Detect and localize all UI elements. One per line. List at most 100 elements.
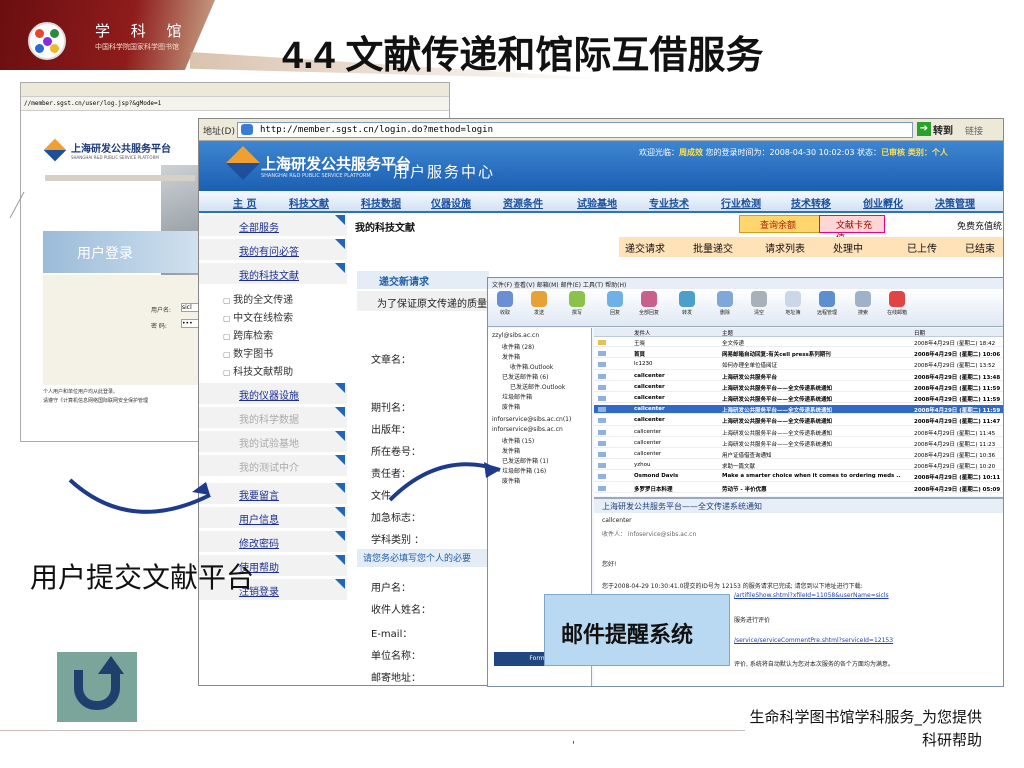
tab-list[interactable]: 请求列表 [765,240,805,255]
nav-resources[interactable]: 资源条件 [503,195,543,210]
welcome-prefix: 欢迎光临： [639,148,679,157]
sidebar-label: 我的科学数据 [239,415,299,426]
message-row[interactable]: callcenter 用户证借借查询通知 2008年4月29日 (星期二) 10:3… [594,450,1003,460]
search-button[interactable]: 搜索 [848,291,878,316]
login-footer: 个人用户和单位用户均从此登录。 请遵守《计算机信息网络国际联网安全保护管理 [43,388,218,406]
nav-testing[interactable]: 行业检测 [721,195,761,210]
sub-item-online-search[interactable]: 中文在线检索 [223,309,293,324]
compose-button[interactable]: 撰写 [562,291,592,316]
sidebar-item-qa[interactable]: 我的有问必答 [199,239,347,261]
column-subject[interactable]: 主题 [722,329,733,337]
nav-transfer[interactable]: 技术转移 [791,195,831,210]
tool-label: 转发 [681,310,692,316]
folder-sent-items[interactable]: 已发送邮件箱 (6) [502,372,548,381]
message-row[interactable]: 多罗罗日本料理 劳动节 - 半价优惠 2008年4月29日 (星期二) 05:09 [594,484,1003,493]
sub-item-fulltext[interactable]: 我的全文传递 [223,291,293,306]
message-row[interactable]: callcenter 上海研发公共服务平台——全文传递系统通知 2008年4月29日… [594,439,1003,448]
folder-sent-outlook[interactable]: 已发送邮件.Outlook [510,382,565,391]
tab-submit[interactable]: 递交请求 [625,240,665,255]
links-button[interactable]: 链接 [965,124,983,137]
evaluation-link[interactable]: /service/serviceCommentPre.shtml?service… [734,637,893,644]
message-row[interactable]: 王晓 全文传递 2008年4月29日 (星期二) 18:42 [594,338,1003,348]
nav-data[interactable]: 科技数据 [361,195,401,210]
folder-account[interactable]: inforservice@sibs.ac.cn(1) [492,416,571,423]
message-sender: callcenter [634,417,665,424]
send-button[interactable]: 发送 [524,291,554,316]
free-recharge-label: 免费充值统 [957,222,1003,232]
tab-batch[interactable]: 批量递交 [693,240,733,255]
address-book-icon [785,291,801,307]
message-row[interactable]: lc1230 如何办理全单位借阅证 2008年4月29日 (星期二) 13:52 [594,360,1003,370]
message-row[interactable]: 首頁 网易邮箱自动回复:有关cell press系列期刊 2008年4月29日 (星… [594,349,1003,359]
tab-uploaded[interactable]: 已上传 [907,240,937,255]
message-row[interactable]: callcenter 上海研发公共服务平台——全文传递系统通知 2008年4月29日… [594,428,1003,437]
envelope-icon [598,429,606,435]
message-subject: Make a smarter choice when it comes to o… [722,473,901,480]
message-row[interactable]: yzhou 求助一篇文献 2008年4月29日 (星期二) 10:20 [594,461,1003,471]
folder-trash[interactable]: 废件箱 [502,402,520,411]
message-date: 2008年4月29日 (星期二) 11:59 [914,408,1001,415]
webmail-button[interactable]: 在线邮箱 [882,291,912,316]
sidebar-item-all[interactable]: 全部服务 [199,215,347,237]
nav-home[interactable]: 主 页 [233,195,256,210]
nav-base[interactable]: 试验基地 [577,195,617,210]
folder-junk[interactable]: 垃圾邮件箱 [502,392,532,401]
sidebar-item-password[interactable]: 修改密码 [199,531,347,553]
sidebar-label: 修改密码 [239,539,279,550]
remote-manage-button[interactable]: 远程管理 [812,291,842,316]
tab-finished[interactable]: 已结束 [965,240,995,255]
address-input[interactable]: http://member.sgst.cn/login.do?method=lo… [237,122,913,138]
sub-item-ebooks[interactable]: 数字图书 [223,345,273,360]
sub-item-cross-search[interactable]: 跨库检索 [223,327,273,342]
main-nav: 主 页 科技文献 科技数据 仪器设施 资源条件 试验基地 专业技术 行业检测 技… [199,191,1003,213]
envelope-icon [598,351,606,357]
field-organization: 单位名称： [371,651,421,662]
sidebar-item-my-literature[interactable]: 我的科技文献 [199,263,347,285]
personal-info-heading: 请您务必填写您个人的必要 [357,549,497,567]
folder-inbox[interactable]: 收件箱 (28) [502,342,534,351]
message-row[interactable]: callcenter 上海研发公共服务平台——全文传递系统通知 2008年4月29日… [594,394,1003,404]
nav-literature[interactable]: 科技文献 [289,195,329,210]
sub-item-help[interactable]: 科技文献帮助 [223,363,293,378]
sidebar-label: 我的科技文献 [239,271,299,282]
column-date[interactable]: 日期 [914,329,925,337]
nav-incubation[interactable]: 创业孵化 [863,195,903,210]
column-from[interactable]: 发件人 [634,329,651,337]
reply-button[interactable]: 回复 [600,291,630,316]
message-row[interactable]: callcenter 上海研发公共服务平台——全文传递系统通知 2008年4月29日… [594,416,1003,426]
folder-inbox-outlook[interactable]: 收件箱.Outlook [510,362,553,371]
ie-page-icon [241,124,253,135]
sidebar-item-data[interactable]: 我的科学数据 [199,407,347,429]
back-site-eng: SHANGHAI R&D PUBLIC SERVICE PLATFORM [71,155,159,160]
query-balance-button[interactable]: 查询余额 [739,215,827,233]
back-address-bar[interactable]: //member.sgst.cn/user/log.jsp?&gMode=1 [21,97,449,111]
recharge-button[interactable]: 文献卡充值 [819,215,885,244]
nav-decision[interactable]: 决策管理 [935,195,975,210]
address-book-button[interactable]: 地址簿 [778,291,808,316]
folder-account[interactable]: inforservice@sibs.ac.cn [492,426,563,433]
address-bar: 地址(D) http://member.sgst.cn/login.do?met… [199,119,1003,141]
reply-all-button[interactable]: 全部回复 [634,291,664,316]
receive-button[interactable]: 收取 [490,291,520,316]
nav-tech[interactable]: 专业技术 [649,195,689,210]
message-row[interactable]: callcenter 上海研发公共服务平台——全文传递系统通知 2008年4月29日… [594,405,1003,415]
empty-button[interactable]: 清空 [744,291,774,316]
folder-account[interactable]: zzyl@sibs.ac.cn [492,332,539,339]
folder-sent[interactable]: 发件箱 [502,352,520,361]
message-row[interactable]: Osmond Davis Make a smarter choice when i… [594,472,1003,482]
envelope-icon [598,396,606,401]
download-link[interactable]: /artifileShow.shtml?xfileId=11058&userNa… [734,592,889,599]
message-row[interactable]: callcenter 上海研发公共服务平台 2008年4月29日 (星期二) 13:… [594,372,1003,381]
message-sender: callcenter [634,439,662,446]
nav-instruments[interactable]: 仪器设施 [431,195,471,210]
back-button[interactable] [57,652,137,722]
tab-processing[interactable]: 处理中 [833,240,863,255]
tool-label: 清空 [753,310,764,316]
sidebar-item-instruments[interactable]: 我的仪器设施 [199,383,347,405]
mail-menubar[interactable]: 文件(F) 查看(V) 邮箱(M) 邮件(E) 工具(T) 帮助(H) [488,278,1003,289]
envelope-icon [598,407,606,413]
delete-button[interactable]: 删除 [710,291,740,316]
go-button[interactable]: 转到 [917,122,959,138]
message-row[interactable]: callcenter 上海研发公共服务平台——全文传递系统通知 2008年4月29日… [594,383,1003,392]
forward-button[interactable]: 转发 [672,291,702,316]
